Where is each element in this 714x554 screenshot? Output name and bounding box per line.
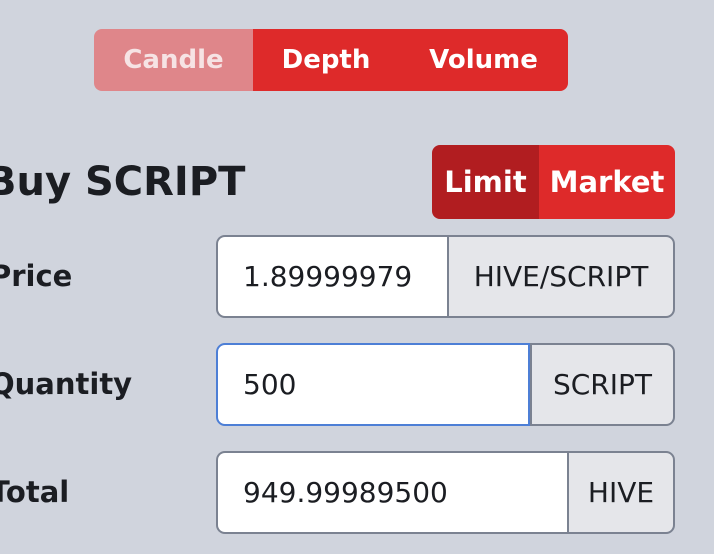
tab-candle[interactable]: Candle: [94, 29, 253, 91]
total-label: Total: [0, 475, 70, 509]
tab-depth[interactable]: Depth: [253, 29, 399, 91]
market-order-button[interactable]: Market: [539, 145, 675, 219]
buy-form-title: Buy SCRIPT: [0, 159, 246, 205]
price-input[interactable]: [216, 235, 447, 318]
total-input-group: HIVE: [216, 451, 675, 534]
quantity-input[interactable]: [216, 343, 530, 426]
limit-order-button[interactable]: Limit: [432, 145, 539, 219]
chart-type-tabs: Candle Depth Volume: [94, 29, 568, 91]
quantity-input-group: SCRIPT: [216, 343, 675, 426]
total-input[interactable]: [216, 451, 567, 534]
price-label: Price: [0, 259, 73, 293]
quantity-unit: SCRIPT: [530, 343, 675, 426]
order-type-toggle: Limit Market: [432, 145, 675, 219]
quantity-label: Quantity: [0, 367, 133, 401]
price-unit: HIVE/SCRIPT: [447, 235, 675, 318]
tab-volume[interactable]: Volume: [399, 29, 568, 91]
price-input-group: HIVE/SCRIPT: [216, 235, 675, 318]
total-unit: HIVE: [567, 451, 675, 534]
